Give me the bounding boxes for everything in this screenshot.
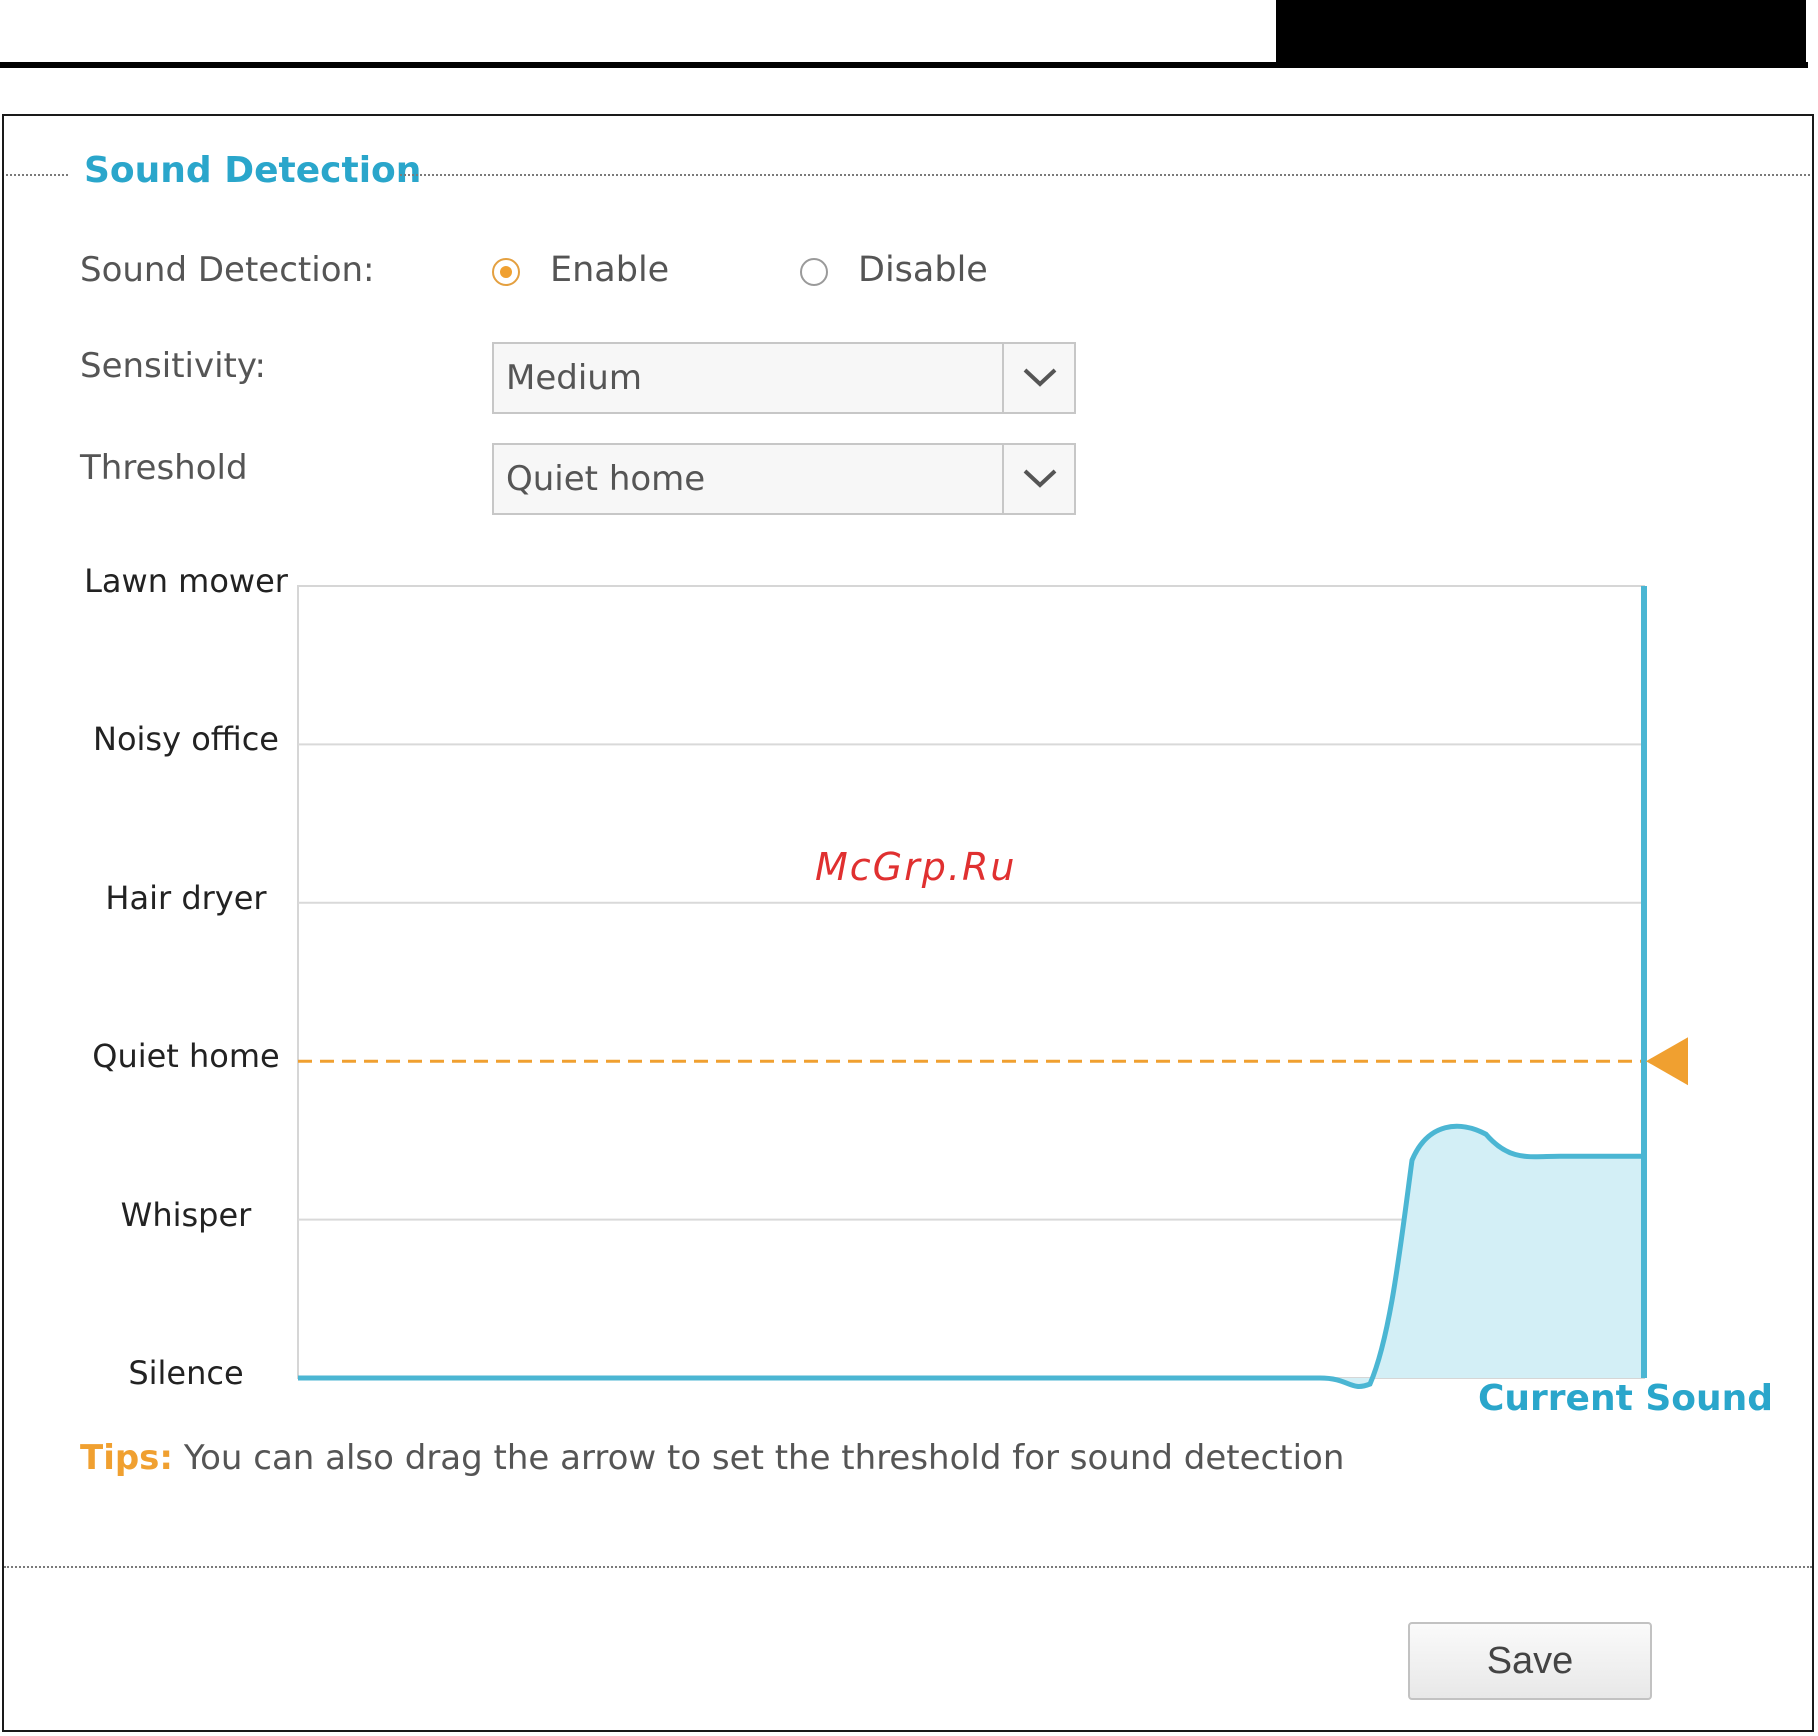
watermark: McGrp.Ru [815, 845, 1017, 889]
tips-body: You can also drag the arrow to set the t… [173, 1438, 1345, 1478]
tips-key: Tips: [80, 1438, 174, 1478]
current-sound-label: Current Sound [1478, 1378, 1774, 1419]
triangle-left-icon[interactable] [1646, 1037, 1688, 1086]
tips-text: Tips: You can also drag the arrow to set… [80, 1438, 1344, 1478]
save-button[interactable]: Save [1408, 1622, 1652, 1700]
divider [4, 1566, 1812, 1568]
